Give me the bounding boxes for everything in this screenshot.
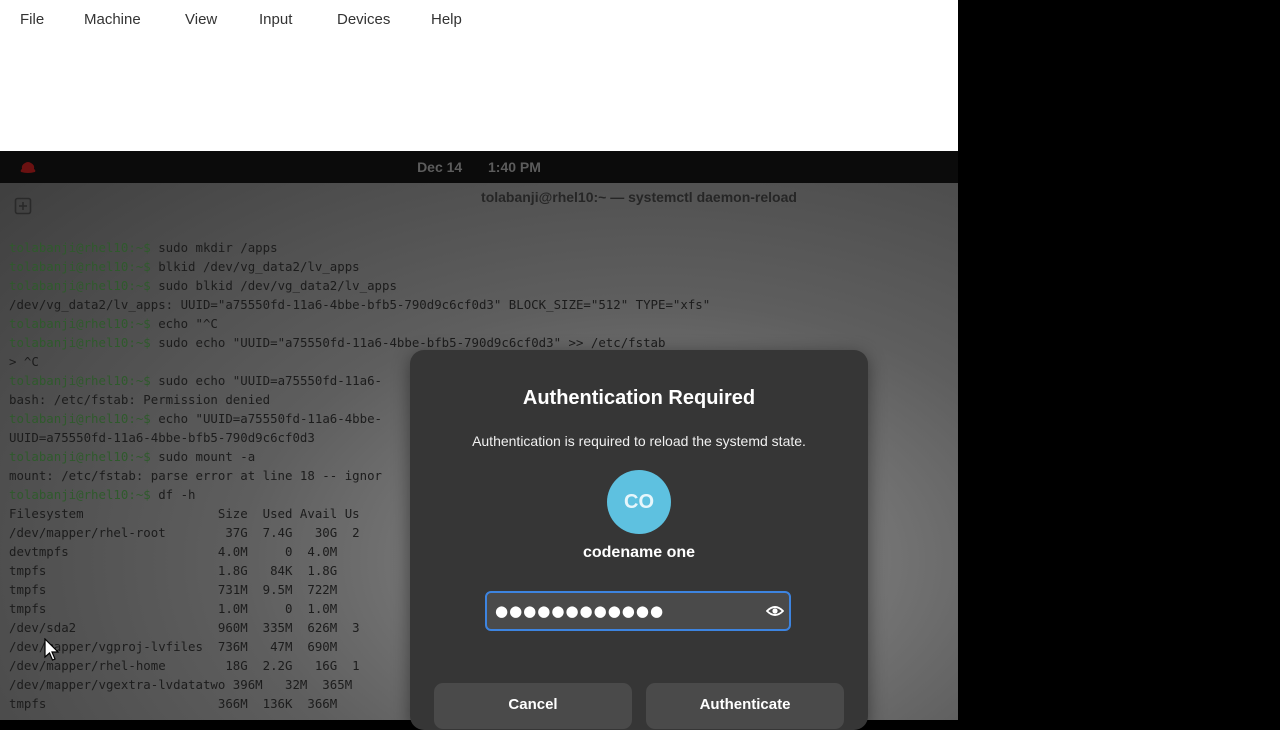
terminal-text: sudo mount -a: [150, 449, 256, 464]
terminal-text: Filesystem Size Used Avail Us: [9, 506, 360, 521]
password-input[interactable]: [495, 593, 755, 629]
terminal-text: blkid /dev/vg_data2/lv_apps: [150, 259, 360, 274]
shell-prompt: tolabanji@rhel10:~$: [9, 411, 151, 426]
menu-input[interactable]: Input: [259, 10, 292, 30]
terminal-text: tmpfs 731M 9.5M 722M: [9, 582, 338, 597]
shell-prompt: tolabanji@rhel10:~$: [9, 316, 151, 331]
shell-prompt: tolabanji@rhel10:~$: [9, 373, 151, 388]
terminal-text: echo "UUID=a75550fd-11a6-4bbe-: [150, 411, 383, 426]
terminal-text: /dev/mapper/vgextra-lvdatatwo 396M 32M 3…: [9, 677, 353, 692]
terminal-text: sudo blkid /dev/vg_data2/lv_apps: [150, 278, 397, 293]
shell-prompt: tolabanji@rhel10:~$: [9, 335, 151, 350]
terminal-line: tolabanji@rhel10:~$ echo "^C: [9, 314, 958, 333]
terminal-text: tmpfs 366M 136K 366M: [9, 696, 338, 711]
terminal-text: sudo echo "UUID=a75550fd-11a6-: [150, 373, 383, 388]
authentication-dialog: Authentication Required Authentication i…: [410, 350, 868, 730]
terminal-text: UUID=a75550fd-11a6-4bbe-bfb5-790d9c6cf0d…: [9, 430, 315, 445]
menu-file[interactable]: File: [20, 10, 44, 30]
shell-prompt: tolabanji@rhel10:~$: [9, 278, 151, 293]
password-field[interactable]: [485, 591, 791, 631]
terminal-text: /dev/mapper/rhel-root 37G 7.4G 30G 2: [9, 525, 360, 540]
username-label: codename one: [582, 544, 696, 561]
show-password-eye-icon[interactable]: [766, 603, 784, 619]
terminal-line: tolabanji@rhel10:~$ sudo blkid /dev/vg_d…: [9, 276, 958, 295]
terminal-text: tmpfs 1.8G 84K 1.8G: [9, 563, 338, 578]
avatar: CO: [607, 470, 671, 534]
terminal-text: /dev/vg_data2/lv_apps: UUID="a75550fd-11…: [9, 297, 711, 312]
terminal-title: tolabanji@rhel10:~ — systemctl daemon-re…: [481, 189, 797, 205]
terminal-text: sudo mkdir /apps: [150, 240, 278, 255]
shell-prompt: tolabanji@rhel10:~$: [9, 449, 151, 464]
terminal-line: /dev/vg_data2/lv_apps: UUID="a75550fd-11…: [9, 295, 958, 314]
terminal-text: echo "^C: [150, 316, 218, 331]
terminal-line: tolabanji@rhel10:~$ blkid /dev/vg_data2/…: [9, 257, 958, 276]
terminal-text: bash: /etc/fstab: Permission denied: [9, 392, 271, 407]
dialog-message: Authentication is required to reload the…: [472, 433, 806, 449]
dialog-title: Authentication Required: [522, 387, 756, 409]
terminal-text: /dev/mapper/rhel-home 18G 2.2G 16G 1: [9, 658, 360, 673]
authenticate-button[interactable]: Authenticate: [646, 683, 844, 729]
cancel-button[interactable]: Cancel: [434, 683, 632, 729]
shell-prompt: tolabanji@rhel10:~$: [9, 240, 151, 255]
terminal-text: /dev/sda2 960M 335M 626M 3: [9, 620, 360, 635]
mouse-pointer-icon: [44, 638, 60, 661]
menu-machine[interactable]: Machine: [84, 10, 141, 30]
clock-time: 1:40 PM: [488, 159, 541, 175]
menu-view[interactable]: View: [185, 10, 217, 30]
terminal-text: tmpfs 1.0M 0 1.0M: [9, 601, 338, 616]
terminal-text: df -h: [150, 487, 196, 502]
menu-devices[interactable]: Devices: [337, 10, 390, 30]
terminal-line: tolabanji@rhel10:~$ sudo mkdir /apps: [9, 238, 958, 257]
terminal-header: tolabanji@rhel10:~ — systemctl daemon-re…: [0, 183, 958, 235]
terminal-text: > ^C: [9, 354, 39, 369]
gnome-top-bar: Dec 14 1:40 PM: [0, 151, 958, 183]
menu-bar: File Machine View Input Devices Help: [0, 0, 958, 151]
clock-date: Dec 14: [417, 159, 463, 175]
menu-help[interactable]: Help: [431, 10, 462, 30]
new-tab-icon[interactable]: [14, 197, 32, 215]
terminal-text: mount: /etc/fstab: parse error at line 1…: [9, 468, 382, 483]
shell-prompt: tolabanji@rhel10:~$: [9, 487, 151, 502]
shell-prompt: tolabanji@rhel10:~$: [9, 259, 151, 274]
terminal-text: sudo echo "UUID="a75550fd-11a6-4bbe-bfb5…: [150, 335, 666, 350]
terminal-text: devtmpfs 4.0M 0 4.0M: [9, 544, 338, 559]
clock[interactable]: Dec 14 1:40 PM: [0, 151, 958, 183]
